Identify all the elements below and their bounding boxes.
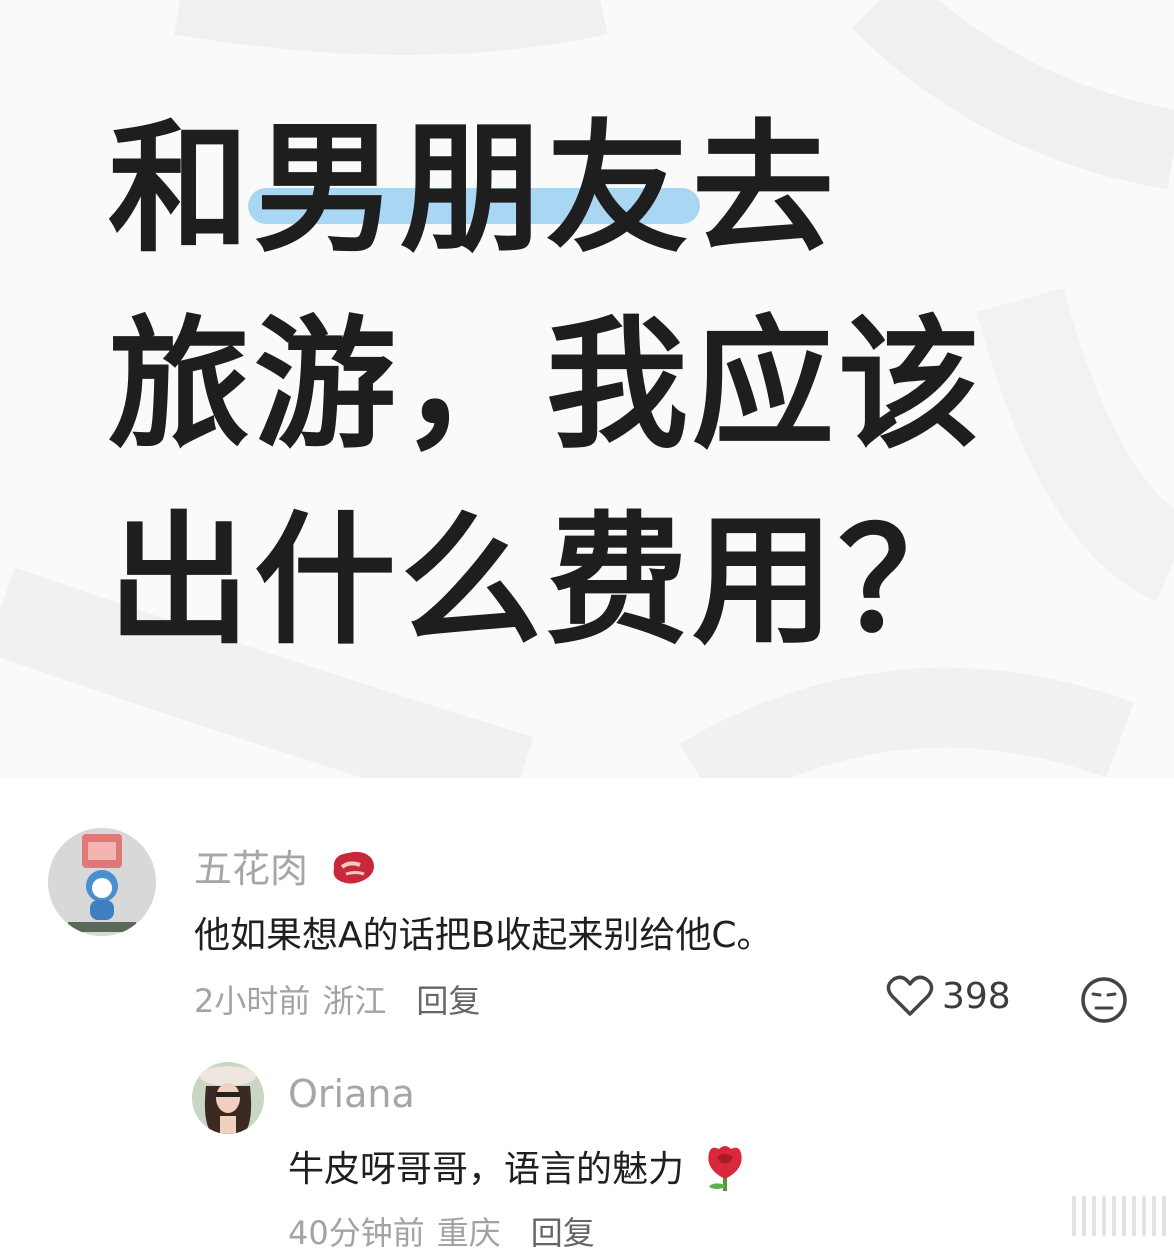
comment-text: 他如果想A的话把B收起来别给他C。 xyxy=(194,915,773,956)
heart-icon xyxy=(886,975,934,1016)
avatar[interactable] xyxy=(192,1062,264,1134)
avatar[interactable] xyxy=(48,828,156,936)
comment-location: 浙江 xyxy=(322,982,387,1020)
neutral-face-icon xyxy=(1081,977,1127,1023)
comment-author-name[interactable]: 五花肉 xyxy=(194,847,308,891)
comment-meta: 2小时前 浙江 回复 xyxy=(194,976,480,1022)
rose-icon xyxy=(703,1143,747,1200)
comment-author[interactable]: 五花肉 xyxy=(194,838,378,896)
like-button[interactable]: 398 xyxy=(886,974,1011,1018)
headline-highlight-text: 男朋友 xyxy=(254,107,692,272)
comment-time: 2小时前 xyxy=(194,982,311,1020)
watermark-bars xyxy=(1072,1196,1166,1236)
steak-icon xyxy=(328,847,378,896)
reply-author[interactable]: Oriana xyxy=(288,1072,415,1116)
headline-text: 去 xyxy=(692,107,838,272)
dislike-button[interactable] xyxy=(1080,976,1128,1028)
like-count: 398 xyxy=(942,975,1011,1017)
reply-meta: 40分钟前 重庆 回复 xyxy=(288,1208,595,1254)
reply-button[interactable]: 回复 xyxy=(531,1214,595,1252)
headline-text: 和 xyxy=(108,107,254,272)
reply-text: 牛皮呀哥哥，语言的魅力 xyxy=(288,1140,747,1200)
headline-line-3: 出什么费用？ xyxy=(108,499,984,664)
headline-line-2: 旅游，我应该 xyxy=(108,303,984,468)
headline-line-1: 和男朋友去 xyxy=(108,92,1108,288)
post-image[interactable]: 和男朋友去 旅游，我应该 出什么费用？ xyxy=(0,0,1174,778)
reply-button[interactable]: 回复 xyxy=(416,982,480,1020)
reply-location: 重庆 xyxy=(436,1214,501,1252)
post-headline: 和男朋友去 旅游，我应该 出什么费用？ xyxy=(108,92,1108,680)
avatar-woman-icon xyxy=(192,1062,264,1134)
avatar-figure-icon xyxy=(48,828,156,936)
reply-time: 40分钟前 xyxy=(288,1214,425,1252)
headline-highlight: 男朋友 xyxy=(248,92,700,288)
reply-text-content: 牛皮呀哥哥，语言的魅力 xyxy=(288,1149,685,1190)
